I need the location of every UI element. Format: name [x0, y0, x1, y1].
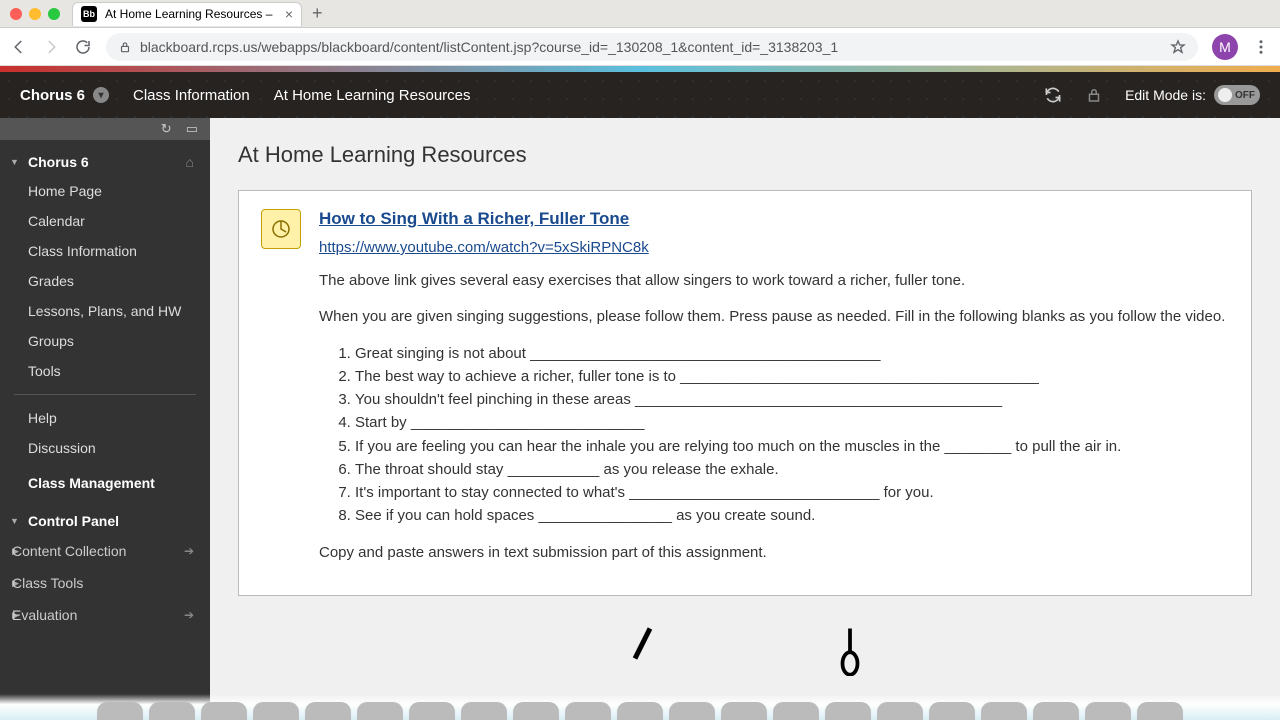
browser-tab[interactable]: Bb At Home Learning Resources – ×	[72, 2, 302, 26]
folder-icon[interactable]: ▭	[186, 121, 198, 137]
sidebar-item-tools[interactable]: Tools	[0, 356, 210, 386]
item-closing: Copy and paste answers in text submissio…	[319, 542, 1229, 564]
sidebar-item-lessons[interactable]: Lessons, Plans, and HW	[0, 296, 210, 326]
guitar-icon	[835, 626, 865, 676]
edit-mode-toggle[interactable]: Edit Mode is: OFF	[1125, 85, 1260, 105]
forward-icon[interactable]	[42, 38, 60, 56]
blanks-list: Great singing is not about _____________…	[355, 342, 1229, 528]
sidebar-item-evaluation[interactable]: ▶Evaluation➔	[0, 599, 210, 631]
lock-icon	[118, 40, 132, 54]
sidebar-item-calendar[interactable]: Calendar	[0, 206, 210, 236]
decorative-graphic	[238, 626, 1252, 676]
content-area: At Home Learning Resources How to Sing W…	[210, 118, 1280, 720]
list-item: The best way to achieve a richer, fuller…	[355, 365, 1229, 388]
browser-toolbar: blackboard.rcps.us/webapps/blackboard/co…	[0, 28, 1280, 66]
sidebar-item-help[interactable]: Help	[0, 403, 210, 433]
reload-icon[interactable]	[74, 38, 92, 56]
course-sidebar: ↻ ▭ Chorus 6 ⌂ Home Page Calendar Class …	[0, 118, 210, 720]
list-item: Start by ____________________________	[355, 411, 1229, 434]
home-icon[interactable]: ⌂	[186, 154, 194, 170]
traffic-lights[interactable]	[10, 8, 60, 20]
list-item: If you are feeling you can hear the inha…	[355, 435, 1229, 458]
sidebar-item-groups[interactable]: Groups	[0, 326, 210, 356]
sidebar-item-class-tools[interactable]: ▶Class Tools	[0, 567, 210, 599]
menu-icon[interactable]	[1252, 38, 1270, 56]
url-text: blackboard.rcps.us/webapps/blackboard/co…	[140, 39, 838, 55]
sidebar-item-content-collection[interactable]: ▶Content Collection➔	[0, 535, 210, 567]
item-intro: The above link gives several easy exerci…	[319, 270, 1229, 292]
content-item: How to Sing With a Richer, Fuller Tone h…	[238, 190, 1252, 596]
address-bar[interactable]: blackboard.rcps.us/webapps/blackboard/co…	[106, 33, 1198, 61]
refresh-icon[interactable]: ↻	[161, 121, 172, 137]
star-icon[interactable]	[1170, 38, 1186, 56]
assignment-icon	[261, 209, 301, 249]
list-item: See if you can hold spaces _____________…	[355, 504, 1229, 527]
guitar-icon	[625, 626, 655, 676]
sidebar-heading-cp[interactable]: Control Panel	[0, 499, 210, 535]
page-title: At Home Learning Resources	[238, 142, 1252, 168]
item-directions: When you are given singing suggestions, …	[319, 306, 1229, 328]
list-item: The throat should stay ___________ as yo…	[355, 458, 1229, 481]
sidebar-item-grades[interactable]: Grades	[0, 266, 210, 296]
back-icon[interactable]	[10, 38, 28, 56]
course-title[interactable]: Chorus 6 ▾	[20, 87, 109, 104]
sidebar-toolbar: ↻ ▭	[0, 118, 210, 140]
arrow-right-icon: ➔	[184, 544, 194, 558]
sidebar-item-classinfo[interactable]: Class Information	[0, 236, 210, 266]
list-item: It's important to stay connected to what…	[355, 481, 1229, 504]
lock-icon[interactable]	[1085, 86, 1103, 104]
item-title-link[interactable]: How to Sing With a Richer, Fuller Tone	[319, 209, 629, 229]
arrow-right-icon: ➔	[184, 608, 194, 622]
window-titlebar: Bb At Home Learning Resources – × +	[0, 0, 1280, 28]
course-header: Chorus 6 ▾ Class Information At Home Lea…	[0, 72, 1280, 118]
breadcrumb[interactable]: At Home Learning Resources	[274, 87, 471, 104]
sidebar-item-home[interactable]: Home Page	[0, 176, 210, 206]
list-item: Great singing is not about _____________…	[355, 342, 1229, 365]
list-item: You shouldn't feel pinching in these are…	[355, 388, 1229, 411]
tab-title: At Home Learning Resources –	[105, 7, 272, 21]
profile-avatar[interactable]: M	[1212, 34, 1238, 60]
sidebar-item-discussion[interactable]: Discussion	[0, 433, 210, 463]
breadcrumb[interactable]: Class Information	[133, 87, 250, 104]
blackboard-favicon: Bb	[81, 6, 97, 22]
item-url-link[interactable]: https://www.youtube.com/watch?v=5xSkiRPN…	[319, 239, 649, 256]
macos-dock[interactable]	[79, 702, 1201, 720]
sync-icon[interactable]	[1043, 85, 1063, 105]
chevron-down-icon[interactable]: ▾	[93, 87, 109, 103]
close-tab-icon[interactable]: ×	[285, 6, 293, 22]
new-tab-button[interactable]: +	[312, 3, 323, 24]
sidebar-heading-mgmt: Class Management	[0, 463, 210, 499]
sidebar-course-heading[interactable]: Chorus 6 ⌂	[0, 140, 210, 176]
toggle-off[interactable]: OFF	[1214, 85, 1260, 105]
